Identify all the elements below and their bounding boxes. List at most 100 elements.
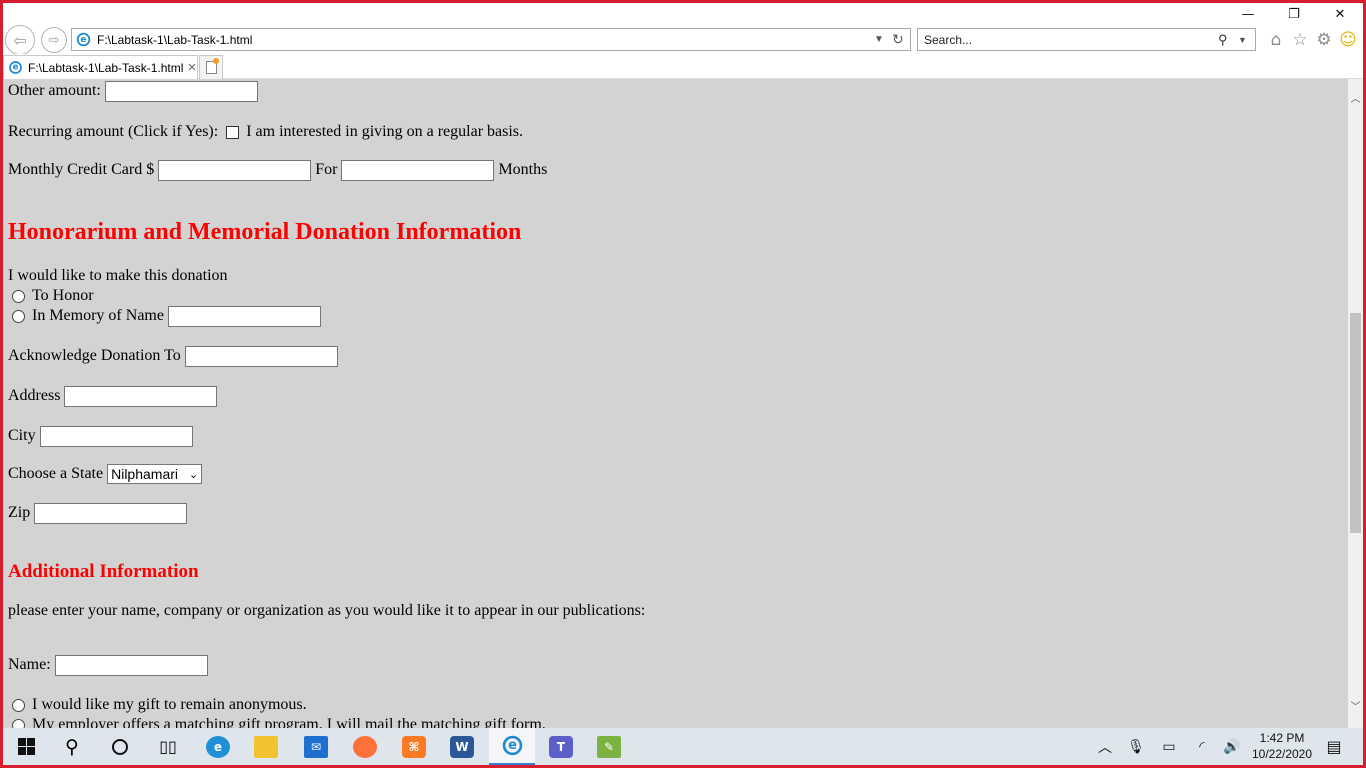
address-bar[interactable]: e F:\Labtask-1\Lab-Task-1.html ▼ ↻ [71, 28, 911, 51]
name-row: Name: [8, 654, 208, 676]
scroll-down-icon[interactable]: ﹀ [1348, 697, 1363, 714]
city-row: City [8, 425, 193, 447]
taskbar: ⚲ ▯▯ e ✉ ⌘ W e T ✎ ︿ 🎙 ▭ ◜ 🔊 1:42 PM 10/… [3, 728, 1363, 765]
notepad-plus-icon[interactable]: ✎ [586, 728, 632, 765]
tab-strip: e F:\Labtask-1\Lab-Task-1.html ✕ [3, 54, 1363, 79]
to-honor-radio[interactable] [12, 289, 25, 303]
zip-input[interactable] [34, 502, 188, 524]
favorites-star-icon[interactable]: ☆ [1289, 29, 1311, 51]
employer-label: My employer offers a matching gift progr… [32, 716, 546, 728]
state-selected-value: Nilphamari [111, 466, 179, 482]
to-honor-option: To Honor [12, 285, 94, 307]
cortana-icon[interactable] [97, 728, 143, 765]
page-content: Other amount: Recurring amount (Click if… [3, 79, 1348, 728]
xampp-icon[interactable]: ⌘ [391, 728, 437, 765]
volume-icon[interactable]: 🔊 [1221, 728, 1243, 765]
anonymous-label: I would like my gift to remain anonymous… [32, 696, 307, 713]
publication-note: please enter your name, company or organ… [8, 600, 645, 622]
in-memory-radio[interactable] [12, 309, 25, 323]
additional-heading: Additional Information [8, 561, 199, 582]
publication-note-text: please enter your name, company or organ… [8, 602, 646, 619]
name-input[interactable] [54, 654, 208, 676]
ie-logo-icon: e [76, 32, 91, 47]
show-hidden-icons-chevron-icon[interactable]: ︿ [1095, 728, 1115, 765]
word-icon[interactable]: W [439, 728, 485, 765]
in-memory-option: In Memory of Name [12, 305, 321, 327]
firefox-icon[interactable] [342, 728, 388, 765]
other-amount-row: Other amount: [8, 80, 258, 102]
other-amount-input[interactable] [104, 80, 258, 102]
monthly-amount-input[interactable] [158, 159, 312, 181]
employer-radio[interactable] [12, 718, 25, 728]
home-icon[interactable]: ⌂ [1265, 29, 1287, 51]
address-label: Address [8, 387, 61, 404]
teams-icon[interactable]: T [538, 728, 584, 765]
in-memory-label: In Memory of Name [32, 307, 164, 324]
search-dropdown-icon[interactable]: ▼ [1238, 35, 1247, 45]
settings-gear-icon[interactable]: ⚙ [1313, 29, 1335, 51]
address-text[interactable]: F:\Labtask-1\Lab-Task-1.html [97, 33, 252, 47]
search-box[interactable]: ⚲ ▼ [917, 28, 1256, 51]
back-icon[interactable]: ⇦ [5, 25, 35, 55]
search-icon[interactable]: ⚲ [1218, 32, 1228, 48]
feedback-smiley-icon[interactable]: ☺ [1337, 29, 1359, 51]
restore-button[interactable]: ❐ [1271, 3, 1317, 25]
minimize-button[interactable]: — [1225, 3, 1271, 25]
to-honor-label: To Honor [32, 287, 94, 304]
monthly-credit-row: Monthly Credit Card $ For Months [8, 159, 547, 181]
mail-icon[interactable]: ✉ [293, 728, 339, 765]
state-row: Choose a State Nilphamari ⌄ [8, 463, 203, 485]
title-bar: — ❐ ✕ [3, 3, 1363, 25]
file-explorer-icon[interactable] [243, 728, 289, 765]
new-tab-icon[interactable] [199, 55, 223, 79]
recurring-label: Recurring amount (Click if Yes): [8, 123, 219, 140]
memory-name-input[interactable] [167, 305, 321, 327]
name-label: Name: [8, 656, 51, 673]
navigation-bar: ⇦ ⇨ e F:\Labtask-1\Lab-Task-1.html ▼ ↻ ⚲… [3, 25, 1363, 55]
windows-start-icon[interactable] [3, 728, 49, 765]
months-count-input[interactable] [341, 159, 495, 181]
address-row: Address [8, 385, 218, 407]
microphone-icon[interactable]: 🎙 [1125, 728, 1147, 765]
state-label: Choose a State [8, 465, 104, 482]
address-input[interactable] [64, 385, 218, 407]
donation-intro: I would like to make this donation [8, 265, 228, 287]
edge-icon[interactable]: e [195, 728, 241, 765]
dropdown-icon[interactable]: ▼ [874, 34, 884, 45]
recurring-checkbox[interactable] [226, 125, 240, 139]
city-input[interactable] [39, 425, 193, 447]
donation-intro-text: I would like to make this donation [8, 267, 228, 284]
clock-date: 10/22/2020 [1251, 747, 1313, 761]
chevron-down-icon: ⌄ [188, 468, 199, 481]
employer-option: My employer offers a matching gift progr… [12, 714, 546, 728]
clock-time: 1:42 PM [1259, 731, 1305, 745]
scrollbar-thumb[interactable] [1350, 313, 1361, 533]
ie-tab-icon: e [9, 61, 22, 74]
close-window-button[interactable]: ✕ [1317, 3, 1363, 25]
state-select[interactable]: Nilphamari ⌄ [107, 464, 203, 484]
acknowledge-row: Acknowledge Donation To [8, 345, 338, 367]
vertical-scrollbar[interactable]: ︿ ﹀ [1348, 79, 1363, 728]
for-label: For [315, 161, 338, 178]
forward-icon[interactable]: ⇨ [41, 27, 67, 53]
zip-label: Zip [8, 504, 31, 521]
refresh-icon[interactable]: ↻ [892, 31, 904, 48]
battery-icon[interactable]: ▭ [1157, 728, 1181, 765]
acknowledge-input[interactable] [184, 345, 338, 367]
anonymous-radio[interactable] [12, 698, 25, 712]
task-view-icon[interactable]: ▯▯ [145, 728, 191, 765]
recurring-row: Recurring amount (Click if Yes): I am in… [8, 121, 523, 143]
close-tab-icon[interactable]: ✕ [187, 61, 196, 74]
network-icon[interactable]: ◜ [1191, 728, 1213, 765]
search-input[interactable] [924, 32, 1214, 47]
city-label: City [8, 427, 36, 444]
internet-explorer-taskbar-icon[interactable]: e [489, 728, 535, 765]
tab-title: F:\Labtask-1\Lab-Task-1.html [28, 60, 184, 75]
search-taskbar-icon[interactable]: ⚲ [49, 728, 95, 765]
tab-lab-task[interactable]: e F:\Labtask-1\Lab-Task-1.html ✕ [3, 55, 198, 79]
monthly-credit-label: Monthly Credit Card $ [8, 161, 155, 178]
notifications-icon[interactable]: ▤ [1321, 728, 1347, 765]
scroll-up-icon[interactable]: ︿ [1348, 89, 1363, 106]
anonymous-option: I would like my gift to remain anonymous… [12, 694, 307, 716]
clock[interactable]: 1:42 PM 10/22/2020 [1243, 730, 1321, 762]
